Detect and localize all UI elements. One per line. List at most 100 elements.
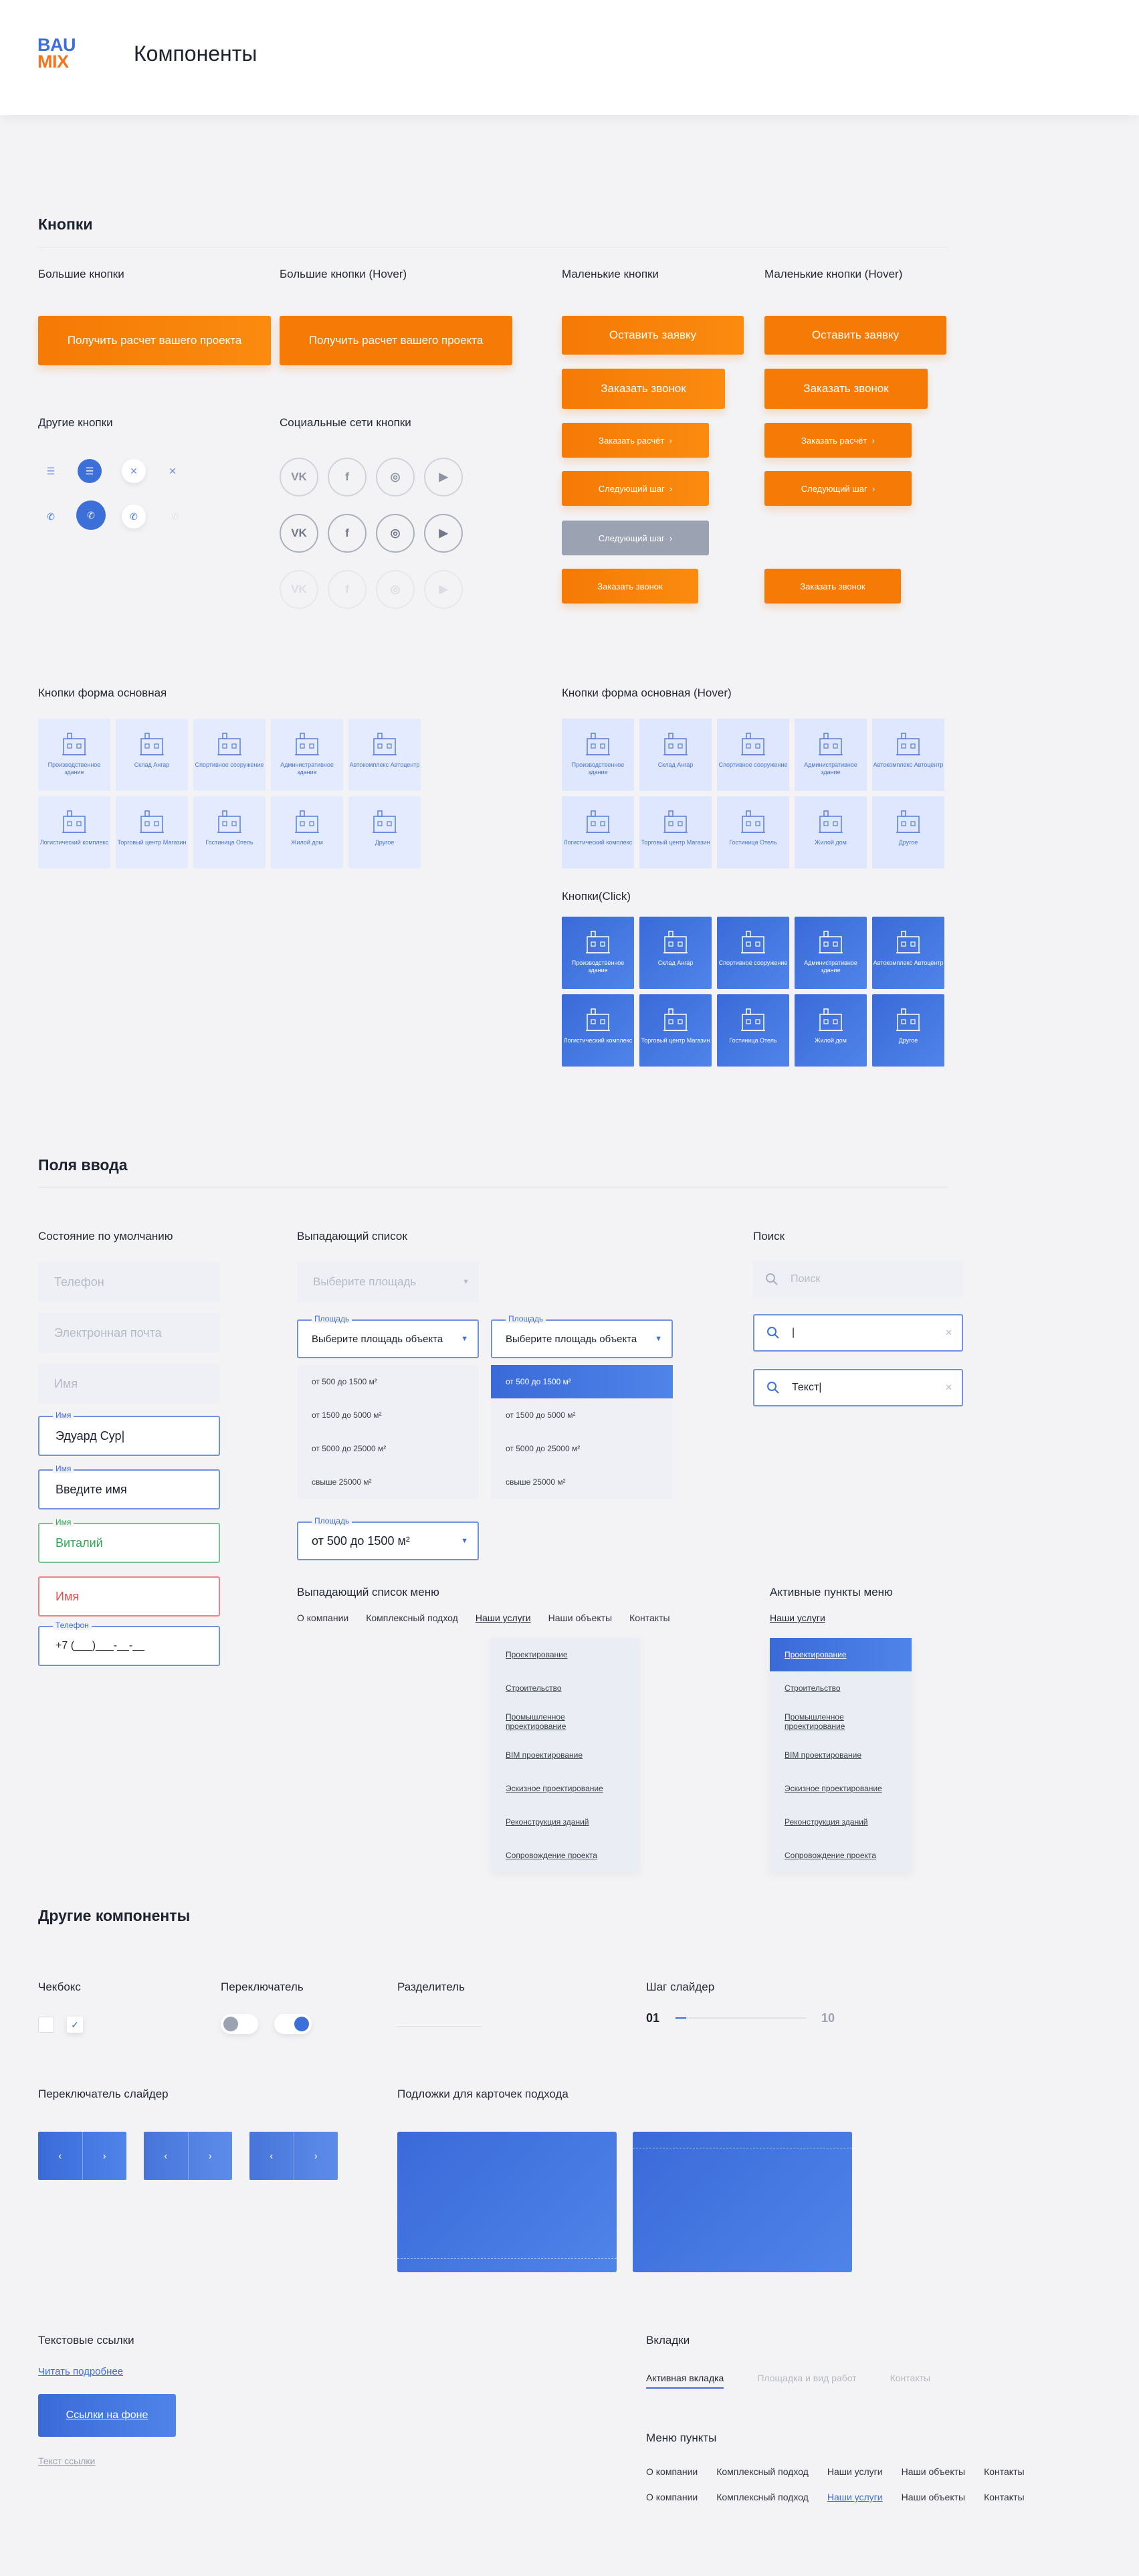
submenu-item[interactable]: Строительство [770, 1671, 912, 1705]
checkbox-checked[interactable]: ✓ [67, 2017, 83, 2033]
building-type-tile[interactable]: Склад Ангар [116, 719, 188, 791]
checkbox[interactable] [38, 2017, 54, 2033]
submenu-item[interactable]: Эскизное проектирование [770, 1772, 912, 1805]
search-input-focused[interactable]: | ✕ [753, 1314, 963, 1352]
building-type-tile[interactable]: Спортивное сооружение [717, 719, 789, 791]
search-input-filled[interactable]: Текст | ✕ [753, 1369, 963, 1406]
dropdown-option[interactable]: свыше 25000 м² [297, 1465, 479, 1499]
dropdown-option[interactable]: от 1500 до 5000 м² [297, 1398, 479, 1432]
building-type-tile[interactable]: Торговый центр Магазин [639, 796, 712, 868]
dropdown-option[interactable]: от 5000 до 25000 м² [491, 1432, 673, 1465]
building-type-tile[interactable]: Производственное здание [38, 719, 110, 791]
youtube-icon[interactable]: ▶ [424, 514, 463, 553]
slider-arrows[interactable]: ‹ › [249, 2132, 338, 2180]
menu-item[interactable]: О компании [646, 2492, 698, 2502]
slider-arrows[interactable]: ‹ › [144, 2132, 232, 2180]
building-type-tile[interactable]: Гостиница Отель [717, 796, 789, 868]
phone-icon[interactable]: ✆ [122, 504, 146, 529]
submenu-item[interactable]: Сопровождение проекта [770, 1839, 912, 1872]
next-icon[interactable]: › [293, 2132, 338, 2180]
facebook-icon[interactable]: f [328, 458, 367, 496]
vk-icon[interactable]: VK [280, 514, 318, 553]
big-button[interactable]: Получить расчет вашего проекта [38, 316, 271, 365]
close-icon[interactable]: ✕ [161, 459, 185, 483]
building-type-tile[interactable]: Жилой дом [795, 994, 867, 1067]
menu-item[interactable]: Наши объекты [902, 2492, 965, 2502]
menu-item-services[interactable]: Наши услуги [770, 1613, 825, 1623]
tab[interactable]: Активная вкладка [646, 2373, 724, 2389]
menu-item[interactable]: Наши объекты [548, 1613, 612, 1623]
building-type-tile[interactable]: Торговый центр Магазин [116, 796, 188, 868]
menu-item[interactable]: Наши услуги [827, 2466, 883, 2477]
dropdown-option[interactable]: от 1500 до 5000 м² [491, 1398, 673, 1432]
building-type-tile[interactable]: Логистический комплекс [38, 796, 110, 868]
building-type-tile[interactable]: Другое [348, 796, 421, 868]
leave-request-button-hover[interactable]: Оставить заявку [764, 316, 946, 355]
building-type-tile[interactable]: Производственное здание [562, 719, 634, 791]
submenu-item[interactable]: BIM проектирование [770, 1738, 912, 1772]
order-call-button[interactable]: Заказать звонок [562, 369, 725, 409]
building-type-tile[interactable]: Производственное здание [562, 917, 634, 989]
toggle-on[interactable] [274, 2014, 312, 2034]
menu-item[interactable]: Наши объекты [902, 2466, 965, 2477]
building-type-tile[interactable]: Автокомплекс Автоцентр [872, 719, 944, 791]
next-icon[interactable]: › [82, 2132, 127, 2180]
next-step-disabled-button[interactable]: Следующий шаг › [562, 521, 709, 555]
clear-icon[interactable]: ✕ [945, 1382, 952, 1393]
area-select-default[interactable]: Выберите площадь ▼ [297, 1262, 479, 1302]
next-step-button-hover[interactable]: Следующий шаг › [764, 471, 912, 506]
text-link[interactable]: Текст ссылки [38, 2456, 95, 2466]
prev-icon[interactable]: ‹ [144, 2132, 188, 2180]
building-type-tile[interactable]: Склад Ангар [639, 719, 712, 791]
menu-item[interactable]: Контакты [984, 2492, 1024, 2502]
tab[interactable]: Контакты [890, 2373, 930, 2389]
link-on-background[interactable]: Ссылки на фоне [38, 2394, 176, 2437]
order-calc-button-hover[interactable]: Заказать расчёт › [764, 423, 912, 458]
area-select-selected[interactable]: Площадь от 500 до 1500 м² ▼ [297, 1516, 479, 1560]
prev-icon[interactable]: ‹ [38, 2132, 82, 2180]
next-step-button[interactable]: Следующий шаг › [562, 471, 709, 506]
building-type-tile[interactable]: Автокомплекс Автоцентр [348, 719, 421, 791]
order-call-button-hover[interactable]: Заказать звонок [764, 369, 928, 409]
logo[interactable]: BAU MIX [37, 36, 88, 74]
instagram-icon[interactable]: ◎ [376, 570, 415, 609]
menu-item[interactable]: Комплексный подход [716, 2492, 809, 2502]
prev-icon[interactable]: ‹ [249, 2132, 294, 2180]
instagram-icon[interactable]: ◎ [376, 514, 415, 553]
building-type-tile[interactable]: Торговый центр Магазин [639, 994, 712, 1067]
menu-item[interactable]: Контакты [984, 2466, 1024, 2477]
phone-icon[interactable]: ✆ [163, 504, 187, 529]
facebook-icon[interactable]: f [328, 570, 367, 609]
toggle-off[interactable] [221, 2014, 258, 2034]
phone-icon[interactable]: ✆ [76, 500, 106, 530]
submenu-item[interactable]: Реконструкция зданий [491, 1805, 639, 1839]
building-type-tile[interactable]: Другое [872, 796, 944, 868]
name-field-focused[interactable]: Имя Введите имя [38, 1464, 220, 1509]
area-select-open[interactable]: Площадь Выберите площадь объекта ▼ [297, 1314, 479, 1358]
big-button-hover[interactable]: Получить расчет вашего проекта [280, 316, 512, 365]
submenu-item[interactable]: Промышленное проектирование [491, 1705, 639, 1738]
youtube-icon[interactable]: ▶ [424, 458, 463, 496]
building-type-tile[interactable]: Административное здание [271, 719, 343, 791]
submenu-item[interactable]: Эскизное проектирование [491, 1772, 639, 1805]
slider-arrows[interactable]: ‹ › [38, 2132, 126, 2180]
name-field-error[interactable]: Имя [38, 1576, 220, 1617]
menu-item[interactable]: Комплексный подход [366, 1613, 458, 1623]
building-type-tile[interactable]: Автокомплекс Автоцентр [872, 917, 944, 989]
building-type-tile[interactable]: Другое [872, 994, 944, 1067]
close-icon[interactable]: ✕ [122, 459, 146, 483]
tab[interactable]: Площадка и вид работ [757, 2373, 856, 2389]
building-type-tile[interactable]: Спортивное сооружение [717, 917, 789, 989]
name-field[interactable]: Имя [38, 1364, 220, 1404]
order-calc-button[interactable]: Заказать расчёт › [562, 423, 709, 458]
name-field-valid[interactable]: Имя Виталий [38, 1517, 220, 1563]
dropdown-option[interactable]: от 5000 до 25000 м² [297, 1432, 479, 1465]
submenu-item[interactable]: Промышленное проектирование [770, 1705, 912, 1738]
area-select-open-hover[interactable]: Площадь Выберите площадь объекта ▼ [491, 1314, 673, 1358]
search-input[interactable]: Поиск [753, 1261, 963, 1298]
building-type-tile[interactable]: Административное здание [795, 719, 867, 791]
order-call-small-button-hover[interactable]: Заказать звонок [764, 569, 901, 604]
order-call-small-button[interactable]: Заказать звонок [562, 569, 698, 604]
instagram-icon[interactable]: ◎ [376, 458, 415, 496]
dropdown-option[interactable]: от 500 до 1500 м² [297, 1365, 479, 1398]
